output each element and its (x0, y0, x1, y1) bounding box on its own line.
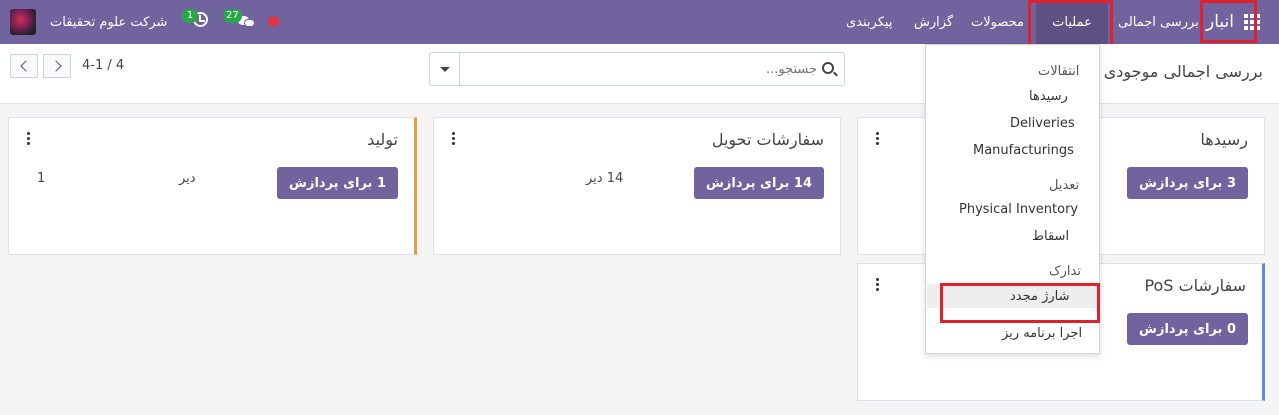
card-menu-icon[interactable] (876, 132, 879, 145)
chat-badge: 27 (223, 9, 242, 23)
dropdown-item-run-scheduler[interactable]: اجرا برنامه ریز (1002, 326, 1082, 341)
pager-next-button[interactable] (43, 54, 71, 78)
page-title: بررسی اجمالی موجودی (1103, 62, 1263, 81)
dropdown-item-scrap[interactable]: اسقاط (1032, 229, 1069, 244)
card-manufacturing: تولید 1 برای پردازش دیر 1 (8, 117, 417, 255)
dropdown-header-transfers: انتقالات (1038, 64, 1080, 79)
to-process-button[interactable]: 1 برای پردازش (277, 167, 398, 199)
search-icon[interactable] (822, 62, 834, 74)
dropdown-item-deliveries[interactable]: Deliveries (1010, 116, 1075, 131)
dropdown-item-physical-inventory[interactable]: Physical Inventory (959, 202, 1078, 217)
card-title[interactable]: تولید (367, 130, 398, 149)
dropdown-item-receipts[interactable]: رسیدها (1029, 89, 1068, 104)
card-deliveries: سفارشات تحویل 14 برای پردازش 14 دیر (433, 117, 841, 255)
card-title[interactable]: رسیدها (1200, 130, 1248, 149)
menu-reporting[interactable]: گزارش (914, 0, 953, 44)
highlight-box-operations (1028, 0, 1113, 49)
to-process-button[interactable]: 0 برای پردازش (1127, 313, 1248, 345)
card-title[interactable]: سفارشات تحویل (712, 130, 824, 149)
to-process-button[interactable]: 3 برای پردازش (1127, 167, 1248, 199)
late-count[interactable]: 1 (37, 171, 45, 186)
pager-value[interactable]: 4-1 / 4 (82, 58, 124, 73)
search-input[interactable] (461, 53, 821, 85)
dropdown-header-adjustments: تعدیل (1049, 178, 1080, 193)
highlight-box-replenishment (940, 283, 1100, 323)
card-title[interactable]: سفارشات PoS (1144, 276, 1246, 295)
company-logo[interactable] (10, 9, 36, 35)
company-name[interactable]: شرکت علوم تحقیقات (50, 0, 167, 44)
late-label[interactable]: 14 دیر (586, 171, 623, 186)
card-menu-icon[interactable] (876, 278, 879, 291)
search-options-toggle[interactable] (430, 53, 460, 85)
dropdown-header-procurement: تدارک (1049, 264, 1081, 279)
menu-products[interactable]: محصولات (971, 0, 1024, 44)
card-menu-icon[interactable] (27, 132, 30, 145)
late-label[interactable]: دیر (179, 171, 196, 186)
status-dot-icon (268, 16, 279, 27)
dropdown-item-manufacturings[interactable]: Manufacturings (973, 143, 1074, 158)
card-menu-icon[interactable] (452, 132, 455, 145)
to-process-button[interactable]: 14 برای پردازش (693, 167, 824, 199)
activity-badge: 1 (182, 9, 198, 23)
menu-configuration[interactable]: پیکربندی (846, 0, 892, 44)
pager-previous-button[interactable] (10, 54, 38, 78)
search-bar (429, 52, 845, 86)
highlight-box-brand (1200, 0, 1257, 43)
menu-overview[interactable]: بررسی اجمالی (1118, 0, 1199, 44)
